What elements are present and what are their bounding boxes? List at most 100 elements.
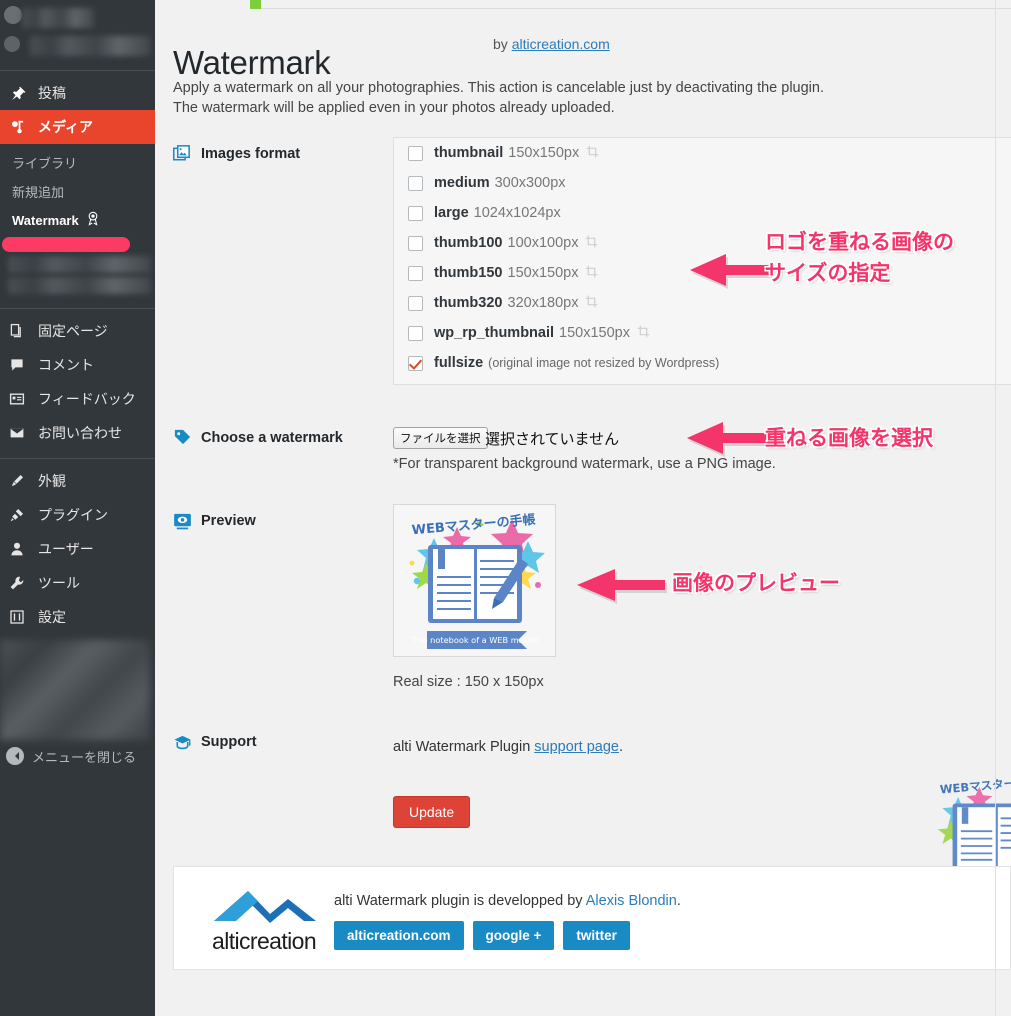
sidebar-item-label: 投稿 bbox=[38, 85, 66, 101]
sidebar-item-label: 固定ページ bbox=[38, 323, 108, 339]
chevron-left-icon bbox=[6, 747, 24, 765]
media-submenu: ライブラリ 新規追加 Watermark bbox=[0, 144, 155, 300]
format-name: thumb100 bbox=[434, 235, 503, 251]
sidebar-item-posts[interactable]: 投稿 bbox=[0, 76, 155, 110]
images-format-icon bbox=[173, 145, 191, 163]
graduation-cap-icon bbox=[173, 733, 191, 751]
format-dimensions: 100x100px bbox=[507, 235, 579, 251]
avatar bbox=[4, 6, 22, 24]
format-note: (original image not resized by Wordpress… bbox=[488, 356, 720, 370]
choose-watermark-label: Choose a watermark bbox=[201, 430, 343, 446]
format-name: thumb320 bbox=[434, 295, 503, 311]
sidebar-item-pages[interactable]: 固定ページ bbox=[0, 314, 155, 348]
update-button[interactable]: Update bbox=[393, 796, 471, 828]
support-page-link[interactable]: support page bbox=[534, 739, 619, 755]
annotation-preview-line1: 画像のプレビュー bbox=[672, 571, 840, 595]
avatar-secondary bbox=[4, 36, 20, 52]
blurred-site-name bbox=[22, 8, 94, 28]
plugin-icon bbox=[9, 507, 31, 523]
intro-line-1: Apply a watermark on all your photograph… bbox=[173, 80, 824, 96]
plugin-footer: alticreation alti Watermark plugin is de… bbox=[173, 866, 1011, 970]
sidebar-item-plugins[interactable]: プラグイン bbox=[0, 498, 155, 532]
format-checkbox-wp_rp_thumbnail[interactable] bbox=[408, 325, 423, 341]
tools-icon bbox=[9, 575, 31, 591]
svg-text:WEBマスターの手帳: WEBマスターの手帳 bbox=[939, 774, 1011, 797]
pages-icon bbox=[9, 323, 31, 339]
alticreation-link[interactable]: alticreation.com bbox=[512, 36, 610, 52]
screen: 投稿 メディア ライブラリ 新規追加 Watermark 固定ページ コメント … bbox=[0, 0, 1011, 1016]
format-name: wp_rp_thumbnail bbox=[434, 325, 555, 341]
format-name: fullsize bbox=[434, 355, 484, 371]
sidebar-item-media[interactable]: メディア bbox=[0, 110, 155, 144]
award-icon bbox=[86, 211, 100, 229]
crop-icon bbox=[586, 145, 599, 162]
alticreation-logo: alticreation bbox=[212, 887, 318, 955]
support-text-before: alti Watermark Plugin bbox=[393, 739, 535, 755]
sidebar-subitem-library[interactable]: ライブラリ bbox=[0, 148, 155, 177]
format-row[interactable]: fullsize (original image not resized by W… bbox=[394, 348, 1011, 378]
format-checkbox-large[interactable] bbox=[408, 205, 423, 221]
format-dimensions: 150x150px bbox=[507, 265, 579, 281]
footer-button-website[interactable]: alticreation.com bbox=[334, 921, 464, 950]
sidebar-item-label: メディア bbox=[38, 119, 94, 135]
support-text: alti Watermark Plugin support page. bbox=[393, 739, 623, 755]
settings-icon bbox=[9, 609, 31, 625]
watermark-preview-box: WEBマスターの手帳 The notebook of a WEB master bbox=[393, 504, 556, 657]
sidebar-divider bbox=[0, 458, 155, 459]
media-icon bbox=[9, 119, 31, 136]
annotation-sizes-line1: ロゴを重ねる画像の bbox=[765, 230, 954, 254]
main-content: Watermark by alticreation.com Apply a wa… bbox=[155, 0, 1011, 1016]
format-checkbox-thumb320[interactable] bbox=[408, 295, 423, 311]
footer-button-twitter[interactable]: twitter bbox=[563, 921, 630, 950]
sidebar-subitem-add-new[interactable]: 新規追加 bbox=[0, 177, 155, 206]
pink-highlight-bar bbox=[2, 237, 130, 252]
intro-text: Apply a watermark on all your photograph… bbox=[173, 78, 824, 118]
format-row[interactable]: medium 300x300px bbox=[394, 168, 1011, 198]
sidebar-subitem-watermark[interactable]: Watermark bbox=[0, 206, 155, 234]
admin-sidebar: 投稿 メディア ライブラリ 新規追加 Watermark 固定ページ コメント … bbox=[0, 0, 155, 1016]
support-text-after: . bbox=[618, 739, 623, 755]
pin-icon bbox=[9, 85, 31, 102]
sidebar-user-box bbox=[0, 0, 155, 62]
format-row[interactable]: wp_rp_thumbnail 150x150px bbox=[394, 318, 1011, 348]
format-name: thumb150 bbox=[434, 265, 503, 281]
format-checkbox-thumb150[interactable] bbox=[408, 265, 423, 281]
user-icon bbox=[9, 541, 31, 557]
format-row[interactable]: thumbnail 150x150px bbox=[394, 138, 1011, 168]
right-edge-divider bbox=[995, 0, 996, 1016]
format-checkbox-thumb100[interactable] bbox=[408, 235, 423, 251]
sidebar-item-comments[interactable]: コメント bbox=[0, 348, 155, 382]
choose-file-button[interactable]: ファイルを選択 bbox=[393, 427, 488, 449]
blurred-submenu-item-2 bbox=[8, 277, 151, 294]
sidebar-item-users[interactable]: ユーザー bbox=[0, 532, 155, 566]
footer-buttons: alticreation.com google + twitter bbox=[334, 921, 630, 950]
format-checkbox-fullsize[interactable] bbox=[408, 355, 423, 371]
annotation-arrow-preview bbox=[577, 569, 667, 604]
annotation-choose-line1: 重ねる画像を選択 bbox=[765, 426, 933, 450]
collapse-menu-label: メニューを閉じる bbox=[32, 749, 137, 765]
author-link[interactable]: Alexis Blondin bbox=[586, 893, 677, 909]
sidebar-item-tools[interactable]: ツール bbox=[0, 566, 155, 600]
page-byline: by alticreation.com bbox=[493, 36, 610, 52]
footer-credit: alti Watermark plugin is developped by A… bbox=[334, 893, 681, 909]
sidebar-item-contact[interactable]: お問い合わせ bbox=[0, 416, 155, 450]
sidebar-subitem-label: Watermark bbox=[12, 212, 79, 228]
credit-before: alti Watermark plugin is developped by bbox=[334, 893, 586, 909]
support-label: Support bbox=[201, 734, 257, 750]
page-title: Watermark bbox=[173, 44, 331, 82]
format-checkbox-medium[interactable] bbox=[408, 175, 423, 191]
footer-button-google-plus[interactable]: google + bbox=[472, 921, 555, 950]
sidebar-item-settings[interactable]: 設定 bbox=[0, 600, 155, 634]
format-checkbox-thumbnail[interactable] bbox=[408, 145, 423, 161]
blurred-submenu-item-1 bbox=[8, 256, 151, 273]
blurred-sidebar-section bbox=[0, 640, 150, 740]
sidebar-divider bbox=[0, 70, 155, 71]
sidebar-item-appearance[interactable]: 外観 bbox=[0, 464, 155, 498]
annotation-arrow-sizes bbox=[690, 254, 774, 289]
collapse-menu-button[interactable]: メニューを閉じる bbox=[0, 740, 155, 772]
appearance-icon bbox=[9, 473, 31, 489]
sidebar-divider bbox=[0, 308, 155, 309]
real-size-label: Real size : 150 x 150px bbox=[393, 674, 544, 690]
sidebar-item-feedback[interactable]: フィードバック bbox=[0, 382, 155, 416]
format-row[interactable]: large 1024x1024px bbox=[394, 198, 1011, 228]
